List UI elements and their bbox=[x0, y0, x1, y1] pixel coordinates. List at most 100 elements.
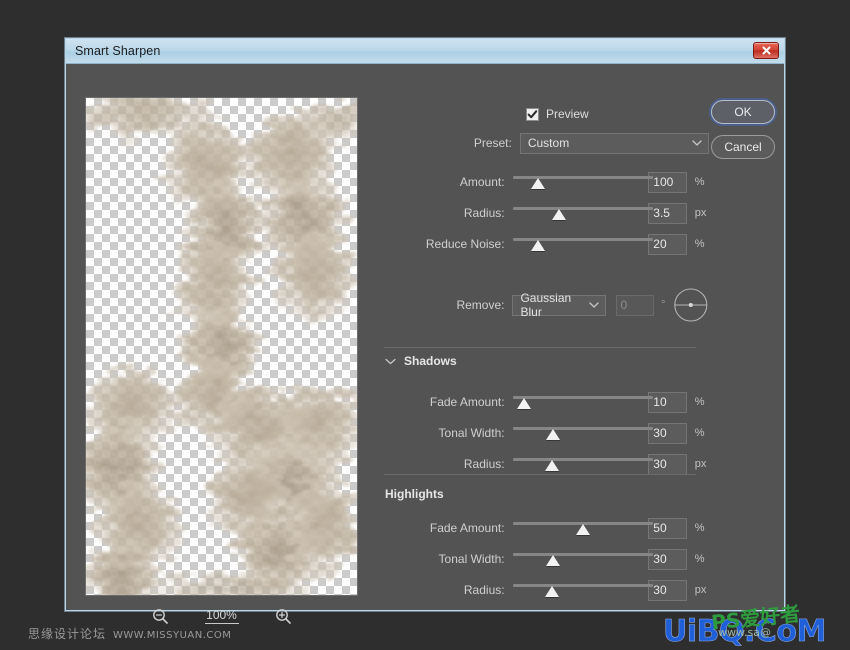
slider-track[interactable] bbox=[512, 171, 653, 193]
ok-button[interactable]: OK bbox=[711, 100, 775, 124]
slider-row: Radius: 30 px bbox=[379, 577, 709, 603]
slider-track-line bbox=[512, 207, 653, 210]
watermark-right: UiBQ.CoM PS爱好者 www.sa@ bbox=[663, 601, 843, 649]
slider-track[interactable] bbox=[512, 579, 653, 601]
slider-label: Fade Amount: bbox=[429, 395, 505, 409]
slider-value-input[interactable]: 30 bbox=[648, 548, 687, 570]
cancel-button[interactable]: Cancel bbox=[711, 135, 775, 159]
preview-pane: 100% bbox=[85, 97, 358, 624]
close-x-icon bbox=[762, 46, 770, 55]
close-button[interactable] bbox=[753, 42, 779, 59]
shadows-section-header[interactable]: Shadows bbox=[385, 354, 457, 368]
preset-select[interactable]: Custom bbox=[519, 132, 709, 154]
slider-value-input[interactable]: 30 bbox=[648, 422, 687, 444]
slider-thumb[interactable] bbox=[546, 555, 561, 566]
dialog-titlebar[interactable]: Smart Sharpen bbox=[66, 39, 784, 64]
slider-value-input[interactable]: 50 bbox=[648, 517, 687, 539]
slider-label: Radius: bbox=[463, 457, 505, 471]
slider-unit-label: px bbox=[694, 458, 707, 470]
checkmark-icon bbox=[527, 109, 538, 118]
angle-value: 0 bbox=[620, 298, 628, 312]
slider-unit-label: % bbox=[694, 522, 705, 534]
slider-unit-label: % bbox=[694, 396, 705, 408]
slider-label: Fade Amount: bbox=[429, 521, 505, 535]
slider-label: Tonal Width: bbox=[438, 426, 505, 440]
smart-sharpen-dialog: Smart Sharpen 100% Preview Preset: Custo… bbox=[65, 38, 785, 624]
slider-label: Tonal Width: bbox=[438, 552, 505, 566]
slider-track-line bbox=[512, 458, 653, 461]
slider-unit-label: % bbox=[694, 176, 705, 188]
slider-label: Reduce Noise: bbox=[425, 237, 505, 251]
watermark-right-sub: www.sa@ bbox=[718, 626, 771, 639]
slider-thumb[interactable] bbox=[544, 460, 559, 471]
slider-track[interactable] bbox=[512, 202, 653, 224]
slider-row: Reduce Noise: 20% bbox=[379, 231, 709, 257]
slider-value-input[interactable]: 3.5 bbox=[648, 202, 687, 224]
slider-value-input[interactable]: 100 bbox=[648, 171, 687, 193]
preset-row: Preset: Custom bbox=[379, 132, 709, 154]
watermark-left-url: WWW.MISSYUAN.COM bbox=[113, 630, 232, 641]
slider-row: Tonal Width: 30% bbox=[379, 420, 709, 446]
slider-thumb[interactable] bbox=[516, 398, 531, 409]
zoom-level-label[interactable]: 100% bbox=[204, 608, 239, 624]
highlights-section-header[interactable]: Highlights bbox=[385, 487, 444, 501]
slider-track[interactable] bbox=[512, 517, 653, 539]
slider-label: Amount: bbox=[459, 175, 505, 189]
slider-thumb[interactable] bbox=[546, 429, 561, 440]
slider-track[interactable] bbox=[512, 453, 653, 475]
zoom-out-icon[interactable] bbox=[152, 608, 169, 625]
slider-value-input[interactable]: 10 bbox=[648, 391, 687, 413]
chevron-down-icon bbox=[588, 302, 599, 308]
preset-label: Preset: bbox=[473, 136, 512, 150]
slider-track-line bbox=[512, 396, 653, 399]
preview-checkbox[interactable] bbox=[526, 107, 539, 121]
degree-symbol: ° bbox=[661, 299, 666, 311]
chevron-down-icon bbox=[692, 140, 702, 146]
slider-track[interactable] bbox=[512, 548, 653, 570]
slider-label: Radius: bbox=[463, 206, 505, 220]
preview-image[interactable] bbox=[85, 97, 358, 596]
slider-row: Fade Amount: 10% bbox=[379, 389, 709, 415]
highlights-title: Highlights bbox=[385, 487, 444, 501]
preview-label[interactable]: Preview bbox=[546, 107, 589, 121]
preview-toggle-row: Preview bbox=[526, 103, 589, 125]
slider-track-line bbox=[512, 584, 653, 587]
slider-unit-label: % bbox=[694, 238, 705, 250]
slider-value-input[interactable]: 30 bbox=[648, 579, 687, 601]
slider-value-input[interactable]: 20 bbox=[648, 233, 687, 255]
watermark-left-cn: 思缘设计论坛 bbox=[28, 627, 107, 641]
watermark-left: 思缘设计论坛 WWW.MISSYUAN.COM bbox=[28, 625, 231, 642]
slider-unit-label: px bbox=[694, 584, 707, 596]
slider-unit-label: % bbox=[694, 553, 705, 565]
angle-input[interactable]: 0 bbox=[615, 294, 654, 316]
slider-track-line bbox=[512, 427, 653, 430]
highlights-divider bbox=[384, 474, 696, 475]
slider-label: Radius: bbox=[463, 583, 505, 597]
slider-row: Amount: 100% bbox=[379, 169, 709, 195]
slider-unit-label: % bbox=[694, 427, 705, 439]
slider-row: Tonal Width: 30% bbox=[379, 546, 709, 572]
shadows-divider bbox=[384, 347, 696, 348]
slider-value-input[interactable]: 30 bbox=[648, 453, 687, 475]
slider-row: Fade Amount: 50% bbox=[379, 515, 709, 541]
zoom-in-icon[interactable] bbox=[275, 608, 292, 625]
slider-thumb[interactable] bbox=[575, 524, 590, 535]
slider-track[interactable] bbox=[512, 233, 653, 255]
remove-value: Gaussian Blur bbox=[520, 291, 572, 319]
slider-track[interactable] bbox=[512, 422, 653, 444]
slider-track[interactable] bbox=[512, 391, 653, 413]
slider-thumb[interactable] bbox=[530, 240, 545, 251]
remove-select[interactable]: Gaussian Blur bbox=[512, 291, 606, 319]
angle-dial-icon[interactable] bbox=[673, 285, 709, 325]
dialog-title: Smart Sharpen bbox=[75, 44, 161, 58]
slider-thumb[interactable] bbox=[551, 209, 566, 220]
slider-thumb[interactable] bbox=[544, 586, 559, 597]
slider-thumb[interactable] bbox=[530, 178, 545, 189]
slider-row: Radius: 3.5 px bbox=[379, 200, 709, 226]
remove-label: Remove: bbox=[456, 298, 505, 312]
slider-unit-label: px bbox=[694, 207, 707, 219]
remove-row: Remove: Gaussian Blur 0 ° bbox=[379, 288, 709, 322]
shadows-title: Shadows bbox=[404, 354, 457, 368]
settings-panel: Preview Preset: Custom Amount: 100 % Rad… bbox=[379, 64, 751, 611]
chevron-down-icon bbox=[385, 358, 396, 364]
